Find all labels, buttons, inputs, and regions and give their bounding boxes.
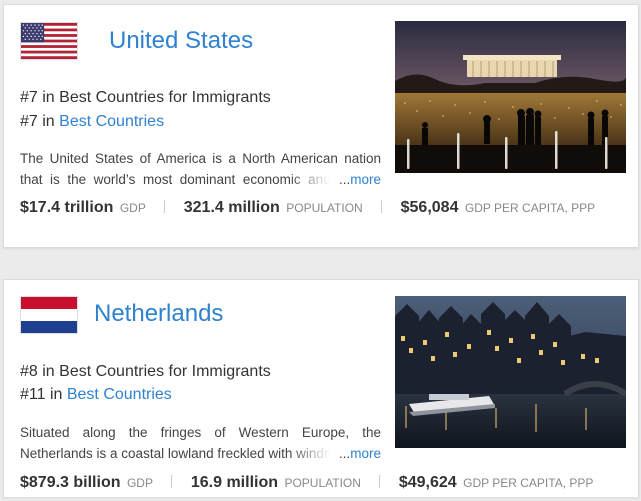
gdp-per-capita-value: $56,084 xyxy=(400,199,459,216)
more-link[interactable]: more xyxy=(350,172,381,187)
us-flag-icon[interactable] xyxy=(20,22,78,60)
stat-divider xyxy=(164,200,166,213)
population-label: POPULATION xyxy=(284,476,361,490)
rank-immigrants-text: in Best Countries for Immigrants xyxy=(37,363,271,380)
country-card: United States #7 in Best Countries for I… xyxy=(3,4,639,248)
rank-immigrants-number: #8 xyxy=(20,363,38,380)
population-value: 321.4 million xyxy=(183,199,280,216)
gdp-label: GDP xyxy=(126,476,153,490)
gdp-per-capita-value: $49,624 xyxy=(398,474,457,491)
country-stats: $879.3 billion GDP 16.9 million POPULATI… xyxy=(20,473,593,493)
country-description: Situated along the fringes of Western Eu… xyxy=(20,422,381,464)
rank-immigrants-number: #7 xyxy=(20,89,38,106)
stat-divider xyxy=(381,200,383,213)
rank-overall-number: #11 xyxy=(20,386,46,403)
stat-divider xyxy=(171,475,173,488)
rank-overall-in: in xyxy=(45,386,67,403)
rank-immigrants: #7 in Best Countries for Immigrants xyxy=(20,88,271,108)
population-value: 16.9 million xyxy=(190,474,278,491)
gdp-per-capita-label: GDP PER CAPITA, PPP xyxy=(463,476,594,490)
country-photo[interactable] xyxy=(395,296,626,448)
country-card: Netherlands #8 in Best Countries for Imm… xyxy=(3,279,639,497)
best-countries-link[interactable]: Best Countries xyxy=(59,113,164,130)
gdp-value: $879.3 billion xyxy=(20,474,121,491)
rank-immigrants-text: in Best Countries for Immigrants xyxy=(37,89,271,106)
country-description: The United States of America is a North … xyxy=(20,148,381,190)
rank-overall: #7 in Best Countries xyxy=(20,112,164,132)
rank-immigrants: #8 in Best Countries for Immigrants xyxy=(20,362,271,382)
country-name-link[interactable]: United States xyxy=(109,29,253,53)
more-link[interactable]: more xyxy=(350,446,381,461)
country-stats: $17.4 trillion GDP 321.4 million POPULAT… xyxy=(20,198,595,218)
more-fade: ...more xyxy=(289,169,381,190)
netherlands-flag-icon[interactable] xyxy=(20,296,78,334)
more-fade: ...more xyxy=(289,443,381,464)
best-countries-link[interactable]: Best Countries xyxy=(67,386,172,403)
stat-divider xyxy=(379,475,381,488)
gdp-label: GDP xyxy=(119,201,146,215)
rank-overall-number: #7 xyxy=(20,113,38,130)
population-label: POPULATION xyxy=(286,201,363,215)
country-name-link[interactable]: Netherlands xyxy=(94,302,223,326)
more-ellipsis: ... xyxy=(338,172,351,187)
rank-overall: #11 in Best Countries xyxy=(20,385,172,405)
gdp-per-capita-label: GDP PER CAPITA, PPP xyxy=(464,201,596,215)
more-ellipsis: ... xyxy=(338,446,351,461)
country-photo[interactable] xyxy=(395,21,626,173)
rank-overall-in: in xyxy=(37,113,60,130)
gdp-value: $17.4 trillion xyxy=(20,199,114,216)
